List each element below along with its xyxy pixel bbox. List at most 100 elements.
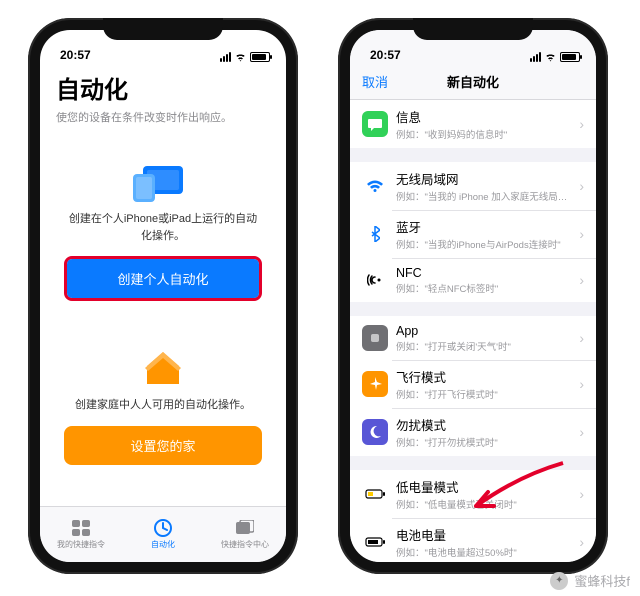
phone-left: 20:57 自动化 使您的设备在条件改变时作出响应。	[28, 18, 298, 574]
row-title: 勿扰模式	[396, 415, 575, 434]
row-subtitle: 例如："轻点NFC标签时"	[396, 281, 575, 295]
create-personal-automation-button[interactable]: 创建个人自动化	[67, 259, 259, 298]
tab-my-shortcuts[interactable]: 我的快捷指令	[40, 507, 122, 562]
status-icons	[220, 52, 270, 62]
row-body: NFC例如："轻点NFC标签时"	[396, 266, 575, 295]
row-title: App	[396, 324, 575, 338]
row-title: 蓝牙	[396, 217, 575, 236]
devices-icon	[64, 159, 262, 205]
personal-card-text: 创建在个人iPhone或iPad上运行的自动化操作。	[64, 211, 262, 244]
chevron-right-icon: ›	[579, 330, 584, 346]
trigger-row-bluetooth[interactable]: 蓝牙例如："当我的iPhone与AirPods连接时"›	[350, 210, 596, 258]
tab-bar: 我的快捷指令 自动化 快捷指令中心	[40, 506, 286, 562]
app-icon	[362, 325, 388, 351]
status-time: 20:57	[60, 48, 91, 62]
wifi-icon	[234, 53, 247, 62]
automation-icon	[153, 519, 173, 537]
row-title: NFC	[396, 266, 575, 280]
watermark-text: 蜜蜂科技f	[574, 571, 630, 590]
row-body: 飞行模式例如："打开飞行模式时"	[396, 367, 575, 401]
tab-label: 自动化	[151, 539, 175, 550]
nfc-icon	[362, 267, 388, 293]
gallery-icon	[235, 519, 255, 537]
page-title: 自动化	[56, 70, 270, 105]
row-subtitle: 例如："当我的 iPhone 加入家庭无线局域网时"	[396, 189, 575, 203]
chevron-right-icon: ›	[579, 486, 584, 502]
chevron-right-icon: ›	[579, 272, 584, 288]
home-icon	[64, 345, 262, 391]
trigger-row-wifi[interactable]: 无线局域网例如："当我的 iPhone 加入家庭无线局域网时" ›	[350, 162, 596, 210]
home-automation-card: 创建家庭中人人可用的自动化操作。 设置您的家	[52, 331, 274, 479]
row-body: 勿扰模式例如："打开勿扰模式时"	[396, 415, 575, 449]
chevron-right-icon: ›	[579, 534, 584, 550]
highlight-personal-button: 创建个人自动化	[64, 256, 262, 301]
dnd-icon	[362, 419, 388, 445]
row-subtitle: 例如："收到妈妈的信息时"	[396, 127, 575, 141]
battery-icon	[250, 52, 270, 62]
chevron-right-icon: ›	[579, 424, 584, 440]
screen-right: 20:57 取消 新自动化 信息例如："收到妈妈的信息时"›无线局域网例如："当…	[350, 30, 596, 562]
setup-home-button[interactable]: 设置您的家	[64, 426, 262, 465]
wifi-icon	[544, 53, 557, 62]
trigger-group: 信息例如："收到妈妈的信息时"›	[350, 100, 596, 148]
tab-gallery[interactable]: 快捷指令中心	[204, 507, 286, 562]
screen-left: 20:57 自动化 使您的设备在条件改变时作出响应。	[40, 30, 286, 562]
chevron-right-icon: ›	[579, 226, 584, 242]
tab-automation[interactable]: 自动化	[122, 507, 204, 562]
watermark: ✦ 蜜蜂科技f	[550, 571, 630, 590]
trigger-group: 低电量模式例如："低电量模式已关闭时"›电池电量例如："电池电量超过50%时"›…	[350, 470, 596, 562]
shortcuts-icon	[71, 519, 91, 537]
row-subtitle: 例如："打开勿扰模式时"	[396, 435, 575, 449]
notch	[103, 18, 223, 40]
row-body: 电池电量例如："电池电量超过50%时"	[396, 525, 575, 559]
row-body: 低电量模式例如："低电量模式已关闭时"	[396, 477, 575, 511]
trigger-list[interactable]: 信息例如："收到妈妈的信息时"›无线局域网例如："当我的 iPhone 加入家庭…	[350, 100, 596, 562]
row-subtitle: 例如："打开或关闭'天气'时"	[396, 339, 575, 353]
row-subtitle: 例如："电池电量超过50%时"	[396, 545, 575, 559]
lowpower-icon	[362, 481, 388, 507]
trigger-row-airplane[interactable]: 飞行模式例如："打开飞行模式时"›	[350, 360, 596, 408]
trigger-row-dnd[interactable]: 勿扰模式例如："打开勿扰模式时"›	[350, 408, 596, 456]
trigger-row-message[interactable]: 信息例如："收到妈妈的信息时"›	[350, 100, 596, 148]
page-subtitle: 使您的设备在条件改变时作出响应。	[56, 109, 270, 125]
trigger-row-nfc[interactable]: NFC例如："轻点NFC标签时"›	[350, 258, 596, 302]
chevron-right-icon: ›	[579, 116, 584, 132]
row-title: 电池电量	[396, 525, 575, 544]
row-body: 蓝牙例如："当我的iPhone与AirPods连接时"	[396, 217, 575, 251]
row-subtitle: 例如："打开飞行模式时"	[396, 387, 575, 401]
trigger-row-battery[interactable]: 电池电量例如："电池电量超过50%时"›	[350, 518, 596, 562]
signal-icon	[530, 52, 541, 62]
tab-label: 我的快捷指令	[57, 539, 105, 550]
chevron-right-icon: ›	[579, 178, 584, 194]
row-subtitle: 例如："当我的iPhone与AirPods连接时"	[396, 237, 575, 251]
battery-icon	[362, 529, 388, 555]
message-icon	[362, 111, 388, 137]
cancel-button[interactable]: 取消	[362, 72, 388, 91]
wechat-icon: ✦	[550, 572, 568, 590]
trigger-row-lowpower[interactable]: 低电量模式例如："低电量模式已关闭时"›	[350, 470, 596, 518]
trigger-group: 无线局域网例如："当我的 iPhone 加入家庭无线局域网时"›蓝牙例如："当我…	[350, 162, 596, 302]
home-card-text: 创建家庭中人人可用的自动化操作。	[64, 397, 262, 414]
personal-automation-card: 创建在个人iPhone或iPad上运行的自动化操作。 创建个人自动化	[52, 145, 274, 315]
page-header: 自动化 使您的设备在条件改变时作出响应。	[40, 64, 286, 129]
status-time: 20:57	[370, 48, 401, 62]
wifi-icon	[362, 173, 388, 199]
tab-label: 快捷指令中心	[221, 539, 269, 550]
row-body: App例如："打开或关闭'天气'时"	[396, 324, 575, 353]
row-title: 飞行模式	[396, 367, 575, 386]
signal-icon	[220, 52, 231, 62]
nav-bar: 取消 新自动化	[350, 64, 596, 100]
bluetooth-icon	[362, 221, 388, 247]
row-title: 无线局域网	[396, 169, 575, 188]
trigger-row-app[interactable]: App例如："打开或关闭'天气'时"›	[350, 316, 596, 360]
phone-right: 20:57 取消 新自动化 信息例如："收到妈妈的信息时"›无线局域网例如："当…	[338, 18, 608, 574]
row-title: 信息	[396, 107, 575, 126]
trigger-group: App例如："打开或关闭'天气'时"›飞行模式例如："打开飞行模式时"›勿扰模式…	[350, 316, 596, 456]
status-icons	[530, 52, 580, 62]
battery-icon	[560, 52, 580, 62]
row-subtitle: 例如："低电量模式已关闭时"	[396, 497, 575, 511]
row-body: 信息例如："收到妈妈的信息时"	[396, 107, 575, 141]
row-title: 低电量模式	[396, 477, 575, 496]
notch	[413, 18, 533, 40]
nav-title: 新自动化	[447, 72, 499, 91]
